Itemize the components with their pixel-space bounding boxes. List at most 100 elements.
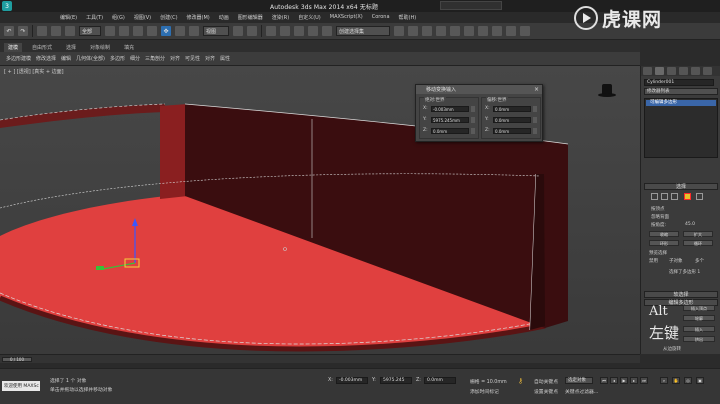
dialog-title-bar[interactable]: 移动变换输入 × bbox=[416, 85, 542, 94]
stack-item-editable-poly[interactable]: 可编辑多边形 bbox=[646, 100, 716, 106]
graphite-toggle-icon[interactable] bbox=[436, 26, 446, 36]
off-y-spinner-icon[interactable] bbox=[533, 116, 537, 123]
edit-named-selection-icon[interactable] bbox=[322, 26, 332, 36]
ribbon-item-properties[interactable]: 属性 bbox=[220, 55, 230, 62]
preview-subobject-radio[interactable]: 子对象 bbox=[669, 258, 683, 264]
loop-button[interactable]: 循环 bbox=[683, 240, 713, 246]
ribbon-item-edit[interactable]: 编辑 bbox=[61, 55, 71, 62]
hierarchy-tab-icon[interactable] bbox=[667, 67, 676, 75]
next-frame-icon[interactable]: ▸ bbox=[630, 377, 638, 384]
angle-value-field[interactable]: 45.0 bbox=[685, 222, 695, 227]
redo-icon[interactable]: ↷ bbox=[18, 26, 28, 36]
element-mode-icon[interactable] bbox=[696, 193, 703, 200]
maxscript-listener[interactable]: 欢迎使用 MAXSc bbox=[2, 381, 40, 391]
schematic-view-icon[interactable] bbox=[464, 26, 474, 36]
extrude-button[interactable]: 挤出 bbox=[683, 336, 715, 342]
off-y-input[interactable]: 0.0mm bbox=[493, 116, 531, 123]
ribbon-item-align-2[interactable]: 对齐 bbox=[205, 55, 215, 62]
vertex-mode-icon[interactable] bbox=[651, 193, 658, 200]
abs-z-input[interactable]: 0.0mm bbox=[431, 127, 469, 134]
menu-item-modifiers[interactable]: 修改器(M) bbox=[187, 14, 210, 21]
coord-y-field[interactable]: 5975.245 bbox=[380, 377, 412, 384]
coord-x-field[interactable]: -0.003mm bbox=[336, 377, 368, 384]
abs-z-spinner-icon[interactable] bbox=[471, 127, 475, 134]
preview-multi-radio[interactable]: 多个 bbox=[695, 258, 704, 264]
key-icon[interactable]: ⚷ bbox=[518, 377, 530, 385]
select-and-scale-icon[interactable] bbox=[189, 26, 199, 36]
undo-icon[interactable]: ↶ bbox=[4, 26, 14, 36]
named-selection-dropdown[interactable]: 创建选择集 bbox=[336, 26, 390, 36]
curve-editor-icon[interactable] bbox=[450, 26, 460, 36]
menu-item-animation[interactable]: 动画 bbox=[219, 14, 229, 21]
render-setup-icon[interactable] bbox=[492, 26, 502, 36]
auto-key-button[interactable]: 自动关键点 bbox=[534, 378, 558, 385]
shrink-button[interactable]: 收缩 bbox=[649, 231, 679, 237]
menu-item-graph-editors[interactable]: 图形编辑器 bbox=[238, 14, 263, 21]
menu-item-corona[interactable]: Corona bbox=[372, 14, 390, 20]
abs-y-input[interactable]: 5975.245mm bbox=[431, 116, 469, 123]
off-x-input[interactable]: 0.0mm bbox=[493, 105, 531, 112]
add-time-tag-button[interactable]: 添加时间标记 bbox=[470, 388, 499, 395]
grow-button[interactable]: 扩大 bbox=[683, 231, 713, 237]
align-icon[interactable] bbox=[408, 26, 418, 36]
border-mode-icon[interactable] bbox=[671, 193, 678, 200]
modifier-list-dropdown[interactable]: 修改器列表 bbox=[644, 88, 718, 95]
selection-filter-dropdown[interactable]: 全部 bbox=[79, 26, 101, 36]
ribbon-item-polygons[interactable]: 多边形 bbox=[110, 55, 125, 62]
set-key-button[interactable]: 设置关键点 bbox=[534, 388, 558, 395]
select-by-name-icon[interactable] bbox=[119, 26, 129, 36]
tab-modeling[interactable]: 建模 bbox=[4, 43, 23, 52]
display-tab-icon[interactable] bbox=[691, 67, 700, 75]
spinner-snap-icon[interactable] bbox=[308, 26, 318, 36]
ribbon-item-geometry-all[interactable]: 几何体(全部) bbox=[76, 55, 105, 62]
material-editor-icon[interactable] bbox=[478, 26, 488, 36]
by-vertex-checkbox[interactable]: 按顶点 bbox=[651, 206, 665, 212]
coord-z-field[interactable]: 0.0mm bbox=[424, 377, 456, 384]
maximize-viewport-icon[interactable]: ▣ bbox=[696, 377, 704, 384]
render-frame-icon[interactable] bbox=[506, 26, 516, 36]
close-icon[interactable]: × bbox=[534, 86, 539, 93]
go-to-start-icon[interactable]: ⏮ bbox=[600, 377, 608, 384]
snap-toggle-icon[interactable] bbox=[266, 26, 276, 36]
tab-object-paint[interactable]: 对象绘制 bbox=[86, 43, 114, 52]
ribbon-item-modify-selection[interactable]: 修改选择 bbox=[36, 55, 56, 62]
key-filters-button[interactable]: 关键点过滤器... bbox=[565, 388, 598, 395]
pan-icon[interactable]: ✋ bbox=[672, 377, 680, 384]
object-name-field[interactable]: Cylinder001 bbox=[644, 79, 714, 86]
menu-item-group[interactable]: 组(G) bbox=[112, 14, 125, 21]
select-object-icon[interactable] bbox=[105, 26, 115, 36]
rectangle-selection-icon[interactable] bbox=[133, 26, 143, 36]
scene-render[interactable] bbox=[0, 66, 640, 354]
menu-item-edit[interactable]: 编辑(E) bbox=[60, 14, 77, 21]
go-to-end-icon[interactable]: ⏭ bbox=[640, 377, 648, 384]
gizmo-x-handle-icon[interactable] bbox=[96, 266, 104, 270]
menu-item-help[interactable]: 帮助(H) bbox=[399, 14, 417, 21]
selected-object-dropdown[interactable]: 选定对象 bbox=[565, 377, 593, 384]
menu-item-customize[interactable]: 自定义(U) bbox=[298, 14, 321, 21]
ribbon-item-poly-modeling[interactable]: 多边形建模 bbox=[6, 55, 31, 62]
utilities-tab-icon[interactable] bbox=[703, 67, 712, 75]
tab-freeform[interactable]: 自由形式 bbox=[28, 43, 56, 52]
abs-x-spinner-icon[interactable] bbox=[471, 105, 475, 112]
window-crossing-icon[interactable] bbox=[147, 26, 157, 36]
perspective-viewport[interactable]: [ + ] [透视] [真实 + 边面] bbox=[0, 66, 640, 354]
reference-coordinate-dropdown[interactable]: 视图 bbox=[203, 26, 229, 36]
menu-item-create[interactable]: 创建(C) bbox=[160, 14, 177, 21]
viewport-label[interactable]: [ + ] [透视] [真实 + 边面] bbox=[4, 68, 64, 75]
tab-selection[interactable]: 选择 bbox=[62, 43, 80, 52]
inset-button[interactable]: 插入 bbox=[683, 326, 715, 332]
soft-selection-rollout-header[interactable]: 软选择 bbox=[644, 291, 718, 298]
previous-frame-icon[interactable]: ◂ bbox=[610, 377, 618, 384]
bind-space-warp-icon[interactable] bbox=[65, 26, 75, 36]
menu-item-tools[interactable]: 工具(T) bbox=[86, 14, 103, 21]
hinge-from-edge-button[interactable]: 从边旋转 bbox=[663, 346, 681, 352]
select-and-rotate-icon[interactable] bbox=[175, 26, 185, 36]
play-icon[interactable]: ▶ bbox=[620, 377, 628, 384]
menu-item-rendering[interactable]: 渲染(R) bbox=[272, 14, 289, 21]
zoom-icon[interactable]: ⌕ bbox=[660, 377, 668, 384]
insert-vertex-button[interactable]: 插入顶点 bbox=[683, 305, 715, 311]
ribbon-item-subdivision[interactable]: 细分 bbox=[130, 55, 140, 62]
select-and-move-icon[interactable]: ✥ bbox=[161, 26, 171, 36]
link-icon[interactable] bbox=[37, 26, 47, 36]
ribbon-item-visibility[interactable]: 可见性 bbox=[185, 55, 200, 62]
